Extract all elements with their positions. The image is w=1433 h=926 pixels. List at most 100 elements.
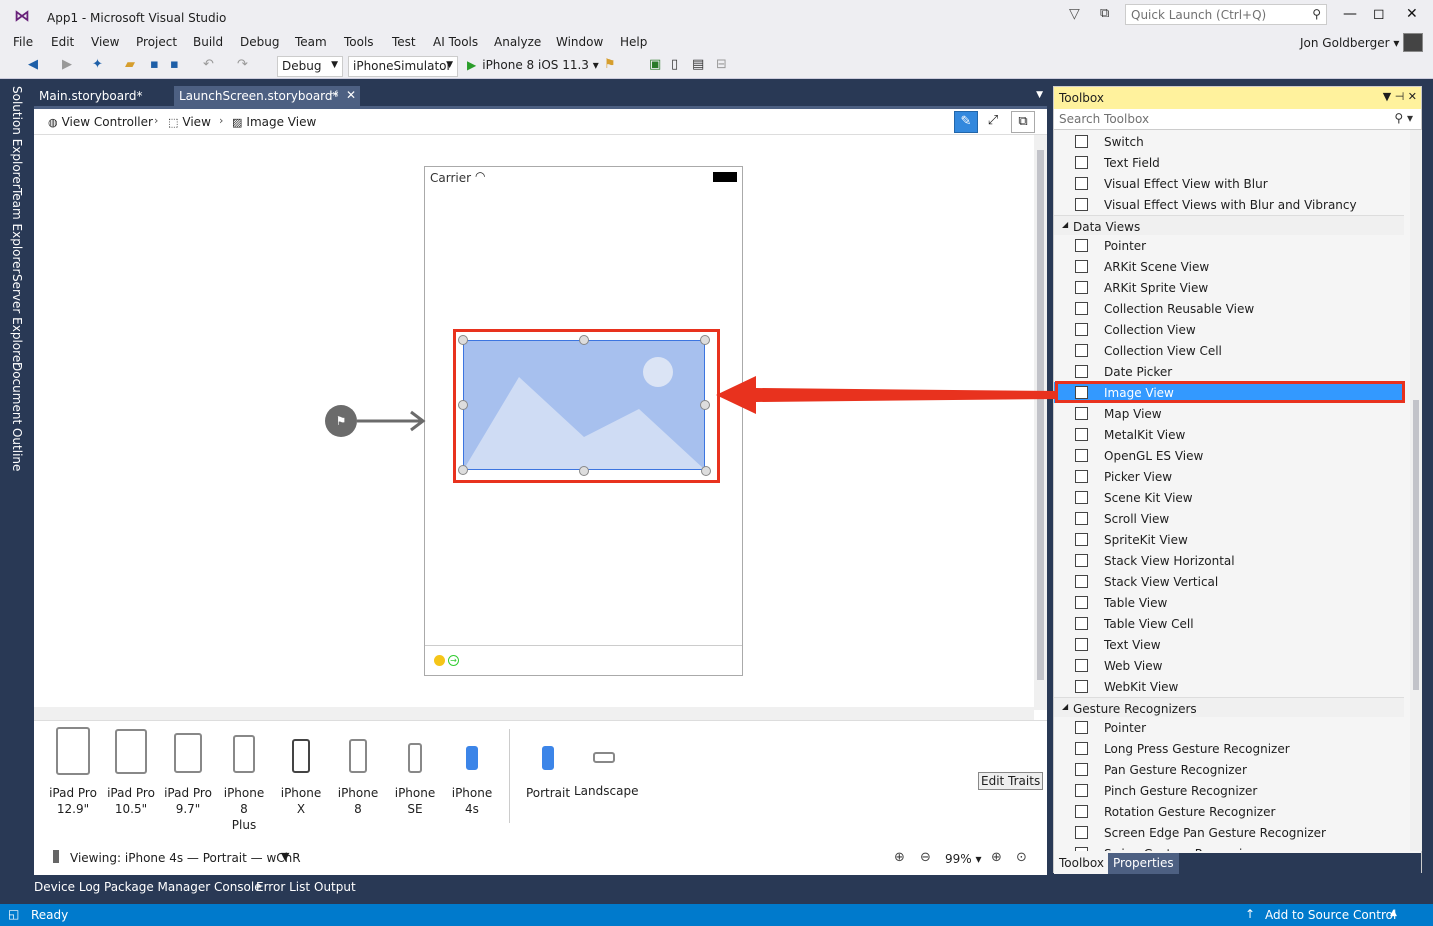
toolbox-item-stack-view-horizontal[interactable]: Stack View Horizontal <box>1054 550 1404 571</box>
zoom-out-icon[interactable]: ⊖ <box>920 850 931 865</box>
toolbox-item-map-view[interactable]: Map View <box>1054 403 1404 424</box>
toolbox-category-gesture-recognizers[interactable]: ◢ Gesture Recognizers <box>1054 697 1404 717</box>
menu-file[interactable]: File <box>13 35 33 49</box>
toolbox-item-pointer[interactable]: Pointer <box>1054 235 1404 256</box>
zoom-reset-icon[interactable]: ⊙ <box>1016 850 1027 865</box>
menu-help[interactable]: Help <box>620 35 647 49</box>
toolbox-item-switch[interactable]: Switch <box>1054 131 1404 152</box>
tab-solution-explorer[interactable]: Solution Explorer <box>10 86 24 189</box>
minimize-button[interactable]: — <box>1343 6 1357 22</box>
resize-handle[interactable] <box>458 335 468 345</box>
device-iphone-8-plus[interactable]: iPhone 8 Plus <box>220 721 268 833</box>
chevron-up-icon[interactable]: ▲ <box>1390 908 1397 918</box>
menu-ai-tools[interactable]: AI Tools <box>433 35 478 49</box>
menu-test[interactable]: Test <box>392 35 416 49</box>
save-all-icon[interactable]: ▪ <box>170 57 179 72</box>
device-ipad-pro-10-5[interactable]: iPad Pro 10.5" <box>107 721 155 817</box>
new-project-icon[interactable]: ✦ <box>92 57 103 72</box>
toolbox-item-scene-kit-view[interactable]: Scene Kit View <box>1054 487 1404 508</box>
scrollbar-thumb[interactable] <box>1037 150 1044 680</box>
close-button[interactable]: ✕ <box>1406 6 1418 22</box>
canvas-vertical-scrollbar[interactable] <box>1034 135 1047 710</box>
resize-handle[interactable] <box>458 465 468 475</box>
frame-button[interactable]: ⧉ <box>1011 111 1035 133</box>
toolbox-item-collection-view[interactable]: Collection View <box>1054 319 1404 340</box>
orientation-portrait[interactable]: Portrait <box>524 721 572 801</box>
menu-edit[interactable]: Edit <box>51 35 74 49</box>
toolbox-item-arkit-scene-view[interactable]: ARKit Scene View <box>1054 256 1404 277</box>
toolbox-item-table-view[interactable]: Table View <box>1054 592 1404 613</box>
toolbar-overflow-icon[interactable]: ⊟ <box>716 57 727 72</box>
design-canvas[interactable]: Carrier ◠ → ⚑ <box>34 135 1034 708</box>
edit-mode-button[interactable]: ✎ <box>954 111 978 133</box>
pin-icon[interactable]: ⊣ <box>1395 90 1405 103</box>
toolbox-item-scroll-view[interactable]: Scroll View <box>1054 508 1404 529</box>
platform-dropdown[interactable]: iPhoneSimulator ▼ <box>348 56 458 77</box>
open-file-icon[interactable]: ▰ <box>125 57 135 72</box>
forward-navigation-icon[interactable]: ▶ <box>62 57 72 72</box>
scrollbar-thumb[interactable] <box>1413 400 1419 690</box>
toolbox-item-visual-effect-views-with-blur-and-vibrancy[interactable]: Visual Effect Views with Blur and Vibran… <box>1054 194 1404 215</box>
resize-handle[interactable] <box>700 400 710 410</box>
toolbox-item-metalkit-view[interactable]: MetalKit View <box>1054 424 1404 445</box>
resize-handle[interactable] <box>579 335 589 345</box>
resize-handle[interactable] <box>579 466 589 476</box>
tab-output[interactable]: Output <box>314 880 356 894</box>
toolbox-search-input[interactable]: Search Toolbox ⚲ ▾ <box>1054 109 1421 130</box>
chevron-down-icon[interactable]: ▼ <box>1036 90 1043 100</box>
remote-device-icon[interactable]: ▣ <box>649 57 661 72</box>
device-icon[interactable]: ▯ <box>671 57 678 72</box>
save-icon[interactable]: ▪ <box>150 57 159 72</box>
menu-team[interactable]: Team <box>295 35 327 49</box>
toolbox-item-picker-view[interactable]: Picker View <box>1054 466 1404 487</box>
resize-handle[interactable] <box>700 335 710 345</box>
device-iphone-8[interactable]: iPhone 8 <box>334 721 382 817</box>
chevron-down-icon[interactable]: ▼ <box>281 850 289 863</box>
toolbox-item-text-view[interactable]: Text View <box>1054 634 1404 655</box>
quick-launch-input[interactable]: Quick Launch (Ctrl+Q) ⚲ <box>1125 4 1327 25</box>
device-iphone-x[interactable]: iPhone X <box>276 721 326 817</box>
toolbox-item-web-view[interactable]: Web View <box>1054 655 1404 676</box>
close-tab-icon[interactable]: ✕ <box>346 88 356 102</box>
edit-traits-button[interactable]: Edit Traits <box>978 772 1044 790</box>
zoom-fit-icon[interactable]: ⊕ <box>894 850 905 865</box>
toolbox-item-collection-view-cell[interactable]: Collection View Cell <box>1054 340 1404 361</box>
menu-analyze[interactable]: Analyze <box>494 35 541 49</box>
run-button[interactable]: ▶ iPhone 8 iOS 11.3 ▾ <box>467 58 599 72</box>
chevron-down-icon[interactable]: ▼ <box>1383 90 1391 103</box>
redo-icon[interactable]: ↷ <box>237 57 248 72</box>
view-controller-icon[interactable] <box>434 655 445 666</box>
notifications-filter-icon[interactable]: ▽ <box>1069 6 1080 22</box>
toolbox-item-pinch-gesture-recognizer[interactable]: Pinch Gesture Recognizer <box>1054 780 1404 801</box>
expand-caret-icon[interactable]: ◢ <box>1062 220 1068 229</box>
device-ipad-pro-12-9[interactable]: iPad Pro 12.9" <box>49 721 97 817</box>
menu-build[interactable]: Build <box>193 35 223 49</box>
toolbox-item-screen-edge-pan-gesture-recognizer[interactable]: Screen Edge Pan Gesture Recognizer <box>1054 822 1404 843</box>
feedback-icon[interactable]: ⧉ <box>1100 6 1109 21</box>
toolbox-item-collection-reusable-view[interactable]: Collection Reusable View <box>1054 298 1404 319</box>
toolbox-item-text-field[interactable]: Text Field <box>1054 152 1404 173</box>
toolbox-item-arkit-sprite-view[interactable]: ARKit Sprite View <box>1054 277 1404 298</box>
menu-view[interactable]: View <box>91 35 119 49</box>
tab-server-explorer[interactable]: Server Explorer <box>10 274 24 367</box>
configuration-dropdown[interactable]: Debug ▼ <box>277 56 343 77</box>
zoom-in-icon[interactable]: ⊕ <box>991 850 1002 865</box>
breadcrumb-image-view[interactable]: ▨ Image View <box>232 115 316 129</box>
layout-icon[interactable]: ▤ <box>692 57 704 72</box>
resize-handle[interactable] <box>701 466 711 476</box>
tab-document-outline[interactable]: Document Outline <box>10 362 24 471</box>
device-iphone-4s[interactable]: iPhone 4s <box>444 721 500 817</box>
toolbox-scrollbar[interactable] <box>1410 130 1422 851</box>
breadcrumb-view-controller[interactable]: ◍ View Controller <box>48 115 153 129</box>
toolbox-item-long-press-gesture-recognizer[interactable]: Long Press Gesture Recognizer <box>1054 738 1404 759</box>
expand-caret-icon[interactable]: ◢ <box>1062 702 1068 711</box>
orientation-landscape[interactable]: Landscape <box>574 721 638 799</box>
toolbox-item-webkit-view[interactable]: WebKit View <box>1054 676 1404 697</box>
tab-device-log[interactable]: Device Log <box>34 880 100 894</box>
tab-properties[interactable]: Properties <box>1108 853 1179 874</box>
pin-icon[interactable]: ⊣ <box>329 89 338 100</box>
back-navigation-icon[interactable]: ◀ <box>28 57 38 72</box>
toolbox-item-opengl-es-view[interactable]: OpenGL ES View <box>1054 445 1404 466</box>
menu-window[interactable]: Window <box>556 35 603 49</box>
image-view[interactable] <box>463 340 705 470</box>
